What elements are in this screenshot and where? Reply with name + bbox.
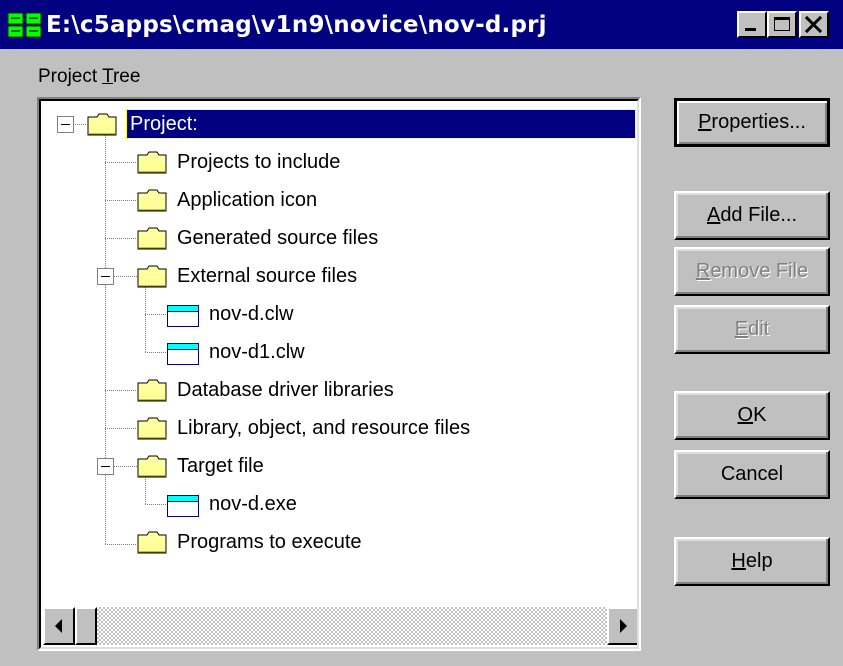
file-icon — [167, 343, 199, 365]
scrollbar-track[interactable] — [43, 607, 637, 645]
minimize-button[interactable] — [737, 11, 767, 38]
tree-item-label: Programs to execute — [177, 531, 362, 553]
project-dialog: E:\c5apps\cmag\v1n9\novice\nov-d.prj Pro… — [0, 0, 843, 666]
tree-item-generated-source-files[interactable]: Generated source files — [137, 219, 537, 257]
tree-item-projects-to-include[interactable]: Projects to include — [137, 143, 537, 181]
scroll-right-button[interactable] — [607, 607, 637, 645]
tree-item-label: Projects to include — [177, 151, 341, 173]
tree-item-library-object-resource-files[interactable]: Library, object, and resource files — [137, 409, 617, 447]
tree-item-label: Application icon — [177, 189, 318, 211]
file-icon — [167, 305, 199, 327]
tree-item-label: nov-d.exe — [209, 493, 297, 515]
folder-icon — [137, 379, 167, 402]
tree-item-nov-d-clw[interactable]: nov-d.clw — [167, 295, 467, 333]
folder-icon — [137, 227, 167, 250]
file-icon — [167, 495, 199, 517]
close-icon — [804, 15, 823, 34]
scroll-left-button[interactable] — [43, 607, 75, 645]
accel-key: A — [706, 204, 721, 226]
accel-key: O — [737, 404, 754, 426]
tree-item-label: nov-d.clw — [209, 303, 294, 325]
collapse-icon[interactable] — [97, 268, 114, 285]
tree-item-label: Project: — [126, 109, 636, 139]
cancel-button[interactable]: Cancel — [674, 450, 830, 499]
button-label: roperties... — [711, 111, 806, 133]
tree-item-label: External source files — [177, 265, 358, 287]
properties-button[interactable]: Properties... — [674, 98, 830, 147]
tree-item-label: Library, object, and resource files — [177, 417, 471, 439]
tree-label-text-rest: ree — [112, 66, 141, 87]
folder-icon — [137, 531, 167, 554]
tree-label-accel: T — [102, 66, 113, 87]
accel-key: E — [734, 318, 749, 340]
folder-icon — [137, 417, 167, 440]
folder-icon — [87, 113, 117, 136]
tree-item-label: Database driver libraries — [177, 379, 394, 401]
tree-item-application-icon[interactable]: Application icon — [137, 181, 537, 219]
tree-item-label: nov-d1.clw — [209, 341, 305, 363]
tree-item-external-source-files[interactable]: External source files — [137, 257, 537, 295]
window-title: E:\c5apps\cmag\v1n9\novice\nov-d.prj — [46, 12, 547, 38]
tree-item-project[interactable]: Project: — [87, 105, 637, 143]
project-tree-view[interactable]: Project: Projects to include Application… — [39, 99, 639, 649]
tree-item-target-file[interactable]: Target file — [137, 447, 537, 485]
collapse-icon[interactable] — [57, 116, 74, 133]
tree-item-database-driver-libraries[interactable]: Database driver libraries — [137, 371, 537, 409]
add-file-button[interactable]: Add File... — [674, 191, 830, 240]
close-button[interactable] — [799, 11, 829, 38]
folder-icon — [137, 455, 167, 478]
help-button[interactable]: Help — [674, 537, 830, 586]
collapse-icon[interactable] — [97, 458, 114, 475]
project-tree[interactable]: Project: Projects to include Application… — [37, 97, 641, 651]
scrollbar-thumb[interactable] — [75, 607, 97, 645]
maximize-button[interactable] — [767, 11, 797, 38]
button-label: Cancel — [720, 463, 784, 485]
button-label: dit — [748, 318, 770, 340]
project-tree-label: Project Tree — [38, 66, 140, 88]
button-label: dd File... — [720, 204, 798, 226]
tree-item-nov-d-exe[interactable]: nov-d.exe — [167, 485, 467, 523]
accel-key: R — [695, 260, 711, 282]
app-icon — [7, 12, 42, 38]
accel-key: P — [698, 111, 712, 133]
minimize-icon — [745, 28, 756, 31]
accel-key: H — [731, 550, 746, 572]
tree-item-label: Target file — [177, 455, 264, 477]
maximize-icon — [774, 17, 790, 31]
tree-item-nov-d1-clw[interactable]: nov-d1.clw — [167, 333, 467, 371]
folder-icon — [137, 151, 167, 174]
tree-label-text: Project — [38, 66, 103, 87]
button-label: K — [753, 404, 767, 426]
folder-icon — [137, 265, 167, 288]
tree-item-label: Generated source files — [177, 227, 379, 249]
arrow-right-icon — [620, 619, 627, 633]
tree-item-programs-to-execute[interactable]: Programs to execute — [137, 523, 537, 561]
button-label: elp — [745, 550, 773, 572]
button-label: emove File — [710, 260, 809, 282]
remove-file-button[interactable]: Remove File — [674, 247, 830, 296]
edit-button[interactable]: Edit — [674, 305, 830, 354]
horizontal-scrollbar[interactable] — [43, 607, 637, 645]
ok-button[interactable]: OK — [674, 391, 830, 440]
folder-icon — [137, 189, 167, 212]
title-bar[interactable]: E:\c5apps\cmag\v1n9\novice\nov-d.prj — [0, 0, 843, 49]
arrow-left-icon — [55, 619, 62, 633]
